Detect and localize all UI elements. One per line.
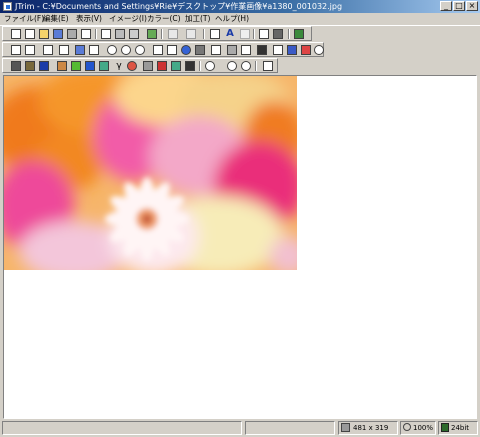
open-clipboard-icon[interactable] [11,29,21,39]
title-bar: JTrim - C:¥Documents and Settings¥Rie¥デス… [0,0,480,13]
status-dimensions: 481 x 319 [338,421,398,435]
image-size-icon [341,423,350,432]
print-preview-icon[interactable] [81,29,91,39]
save-icon[interactable] [53,29,63,39]
grid-icon[interactable] [259,29,269,39]
new-file-icon[interactable] [25,29,35,39]
checker-icon[interactable] [143,61,153,71]
hue-icon[interactable] [127,61,137,71]
eyedropper-icon[interactable] [263,61,273,71]
sparkle-icon[interactable] [181,45,191,55]
menu-process[interactable]: 加工(T) [185,14,210,24]
rotate-icon[interactable] [135,45,145,55]
pen-icon[interactable] [287,45,297,55]
status-bit-depth: 24bit [438,421,478,435]
toolbar-separator [95,29,97,39]
app-icon[interactable] [3,2,12,11]
palette-icon[interactable] [71,61,81,71]
capture-icon[interactable] [147,29,157,39]
bit-depth-icon [441,423,449,432]
menu-edit[interactable]: 編集(E) [43,14,69,24]
levels-icon[interactable] [57,61,67,71]
brush-icon[interactable] [301,45,311,55]
wave-icon[interactable] [211,45,221,55]
photo-icon[interactable] [171,61,181,71]
crop-icon[interactable] [11,45,21,55]
mask-icon[interactable] [257,45,267,55]
status-zoom: 100% [400,421,436,435]
window-title: JTrim - C:¥Documents and Settings¥Rie¥デス… [15,2,343,11]
rotate-left-icon[interactable] [107,45,117,55]
undo-icon[interactable] [168,29,178,39]
fit-window-icon[interactable] [210,29,220,39]
frame-icon[interactable] [153,45,163,55]
paste-icon[interactable] [115,29,125,39]
zoom-level-icon [403,423,411,431]
invert-icon[interactable] [39,61,49,71]
status-message-panel [2,421,242,435]
photo-image [4,76,297,270]
close-button[interactable]: × [466,1,478,11]
flip-horizontal-icon[interactable] [59,45,69,55]
zoom-level-text: 100% [413,424,434,432]
rotate-right-icon[interactable] [121,45,131,55]
brightness-icon[interactable] [185,61,195,71]
toolbar-separator [288,29,290,39]
spiral-icon[interactable] [314,45,324,55]
film-icon[interactable] [273,29,283,39]
zoom-out-icon[interactable] [241,61,251,71]
sepia-icon[interactable] [25,61,35,71]
gamma-icon[interactable]: γ [114,61,124,71]
image-size-text: 481 x 319 [353,424,389,432]
menu-bar: ファイル(F) 編集(E) 表示(V) イメージ(I) カラー(C) 加工(T)… [0,13,480,26]
status-bar: 481 x 319 100% 24bit [0,419,480,437]
resize-icon[interactable] [25,45,35,55]
print-icon[interactable] [67,29,77,39]
draw-line-icon[interactable] [240,29,250,39]
menu-file[interactable]: ファイル(F) [4,14,44,24]
paste-new-icon[interactable] [129,29,139,39]
open-folder-icon[interactable] [39,29,49,39]
status-empty-panel [245,421,335,435]
menu-color[interactable]: カラー(C) [147,14,181,24]
zoom-in-icon[interactable] [227,61,237,71]
menu-help[interactable]: ヘルプ(H) [215,14,249,24]
image-canvas[interactable] [3,75,477,419]
maximize-button[interactable]: □ [453,1,465,11]
zoom-menu-icon[interactable] [205,61,215,71]
border-icon[interactable] [167,45,177,55]
toolbar-edit [2,42,324,57]
bit-depth-text: 24bit [451,424,470,432]
redo-icon[interactable] [186,29,196,39]
select-icon[interactable] [89,45,99,55]
mosaic-icon[interactable] [195,45,205,55]
photo-adjust-icon[interactable] [99,61,109,71]
minimize-button[interactable]: _ [440,1,452,11]
toolbar-color: γ [2,58,278,73]
rgb-icon[interactable] [157,61,167,71]
shadow-icon[interactable] [227,45,237,55]
blend-icon[interactable] [241,45,251,55]
toolbar-file: A [2,26,312,41]
toolbar-separator [255,61,257,71]
toolbar-separator [253,29,255,39]
tile-icon[interactable] [273,45,283,55]
flip-vertical-icon[interactable] [43,45,53,55]
text-icon[interactable]: A [225,29,235,39]
menu-view[interactable]: 表示(V) [76,14,102,24]
grayscale-icon[interactable] [11,61,21,71]
toolbar-separator [161,29,163,39]
copy-icon[interactable] [101,29,111,39]
color-balance-icon[interactable] [85,61,95,71]
arrow-icon[interactable] [75,45,85,55]
menu-image[interactable]: イメージ(I) [109,14,147,24]
toolbar-separator [199,61,201,71]
filter-menu-icon[interactable] [294,29,304,39]
toolbar-separator [203,29,205,39]
